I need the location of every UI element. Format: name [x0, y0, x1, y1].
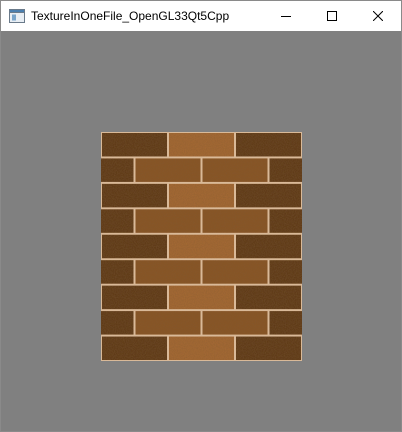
brick [101, 311, 134, 335]
brick [135, 209, 201, 233]
brick [102, 234, 167, 259]
brick [269, 209, 302, 233]
brick [236, 285, 301, 310]
brick [269, 260, 302, 284]
close-button[interactable] [355, 1, 401, 31]
brick [202, 260, 268, 284]
minimize-icon [281, 11, 291, 21]
brick [135, 311, 201, 335]
window-controls [263, 1, 401, 31]
maximize-button[interactable] [309, 1, 355, 31]
window-title: TextureInOneFile_OpenGL33Qt5Cpp [31, 9, 230, 23]
maximize-icon [327, 11, 337, 21]
brick [101, 209, 134, 233]
brick [269, 311, 302, 335]
brick-texture-quad [101, 132, 302, 361]
brick [101, 260, 134, 284]
brick [236, 133, 301, 157]
brick [102, 133, 167, 157]
brick [169, 234, 234, 259]
opengl-viewport[interactable] [1, 31, 401, 431]
brick [169, 133, 234, 157]
brick [202, 158, 268, 182]
brick [169, 285, 234, 310]
brick [169, 336, 234, 360]
brick [169, 183, 234, 208]
brick [269, 158, 302, 182]
brick [102, 183, 167, 208]
brick [102, 285, 167, 310]
brick [135, 158, 201, 182]
brick [135, 260, 201, 284]
app-window: TextureInOneFile_OpenGL33Qt5Cpp [0, 0, 402, 432]
brick [102, 336, 167, 360]
brick [236, 234, 301, 259]
brick [202, 311, 268, 335]
application-window-icon[interactable] [9, 8, 25, 24]
brick [236, 183, 301, 208]
brick [236, 336, 301, 360]
title-bar[interactable]: TextureInOneFile_OpenGL33Qt5Cpp [1, 1, 401, 31]
minimize-button[interactable] [263, 1, 309, 31]
brick [202, 209, 268, 233]
close-icon [373, 11, 383, 21]
brick [101, 158, 134, 182]
